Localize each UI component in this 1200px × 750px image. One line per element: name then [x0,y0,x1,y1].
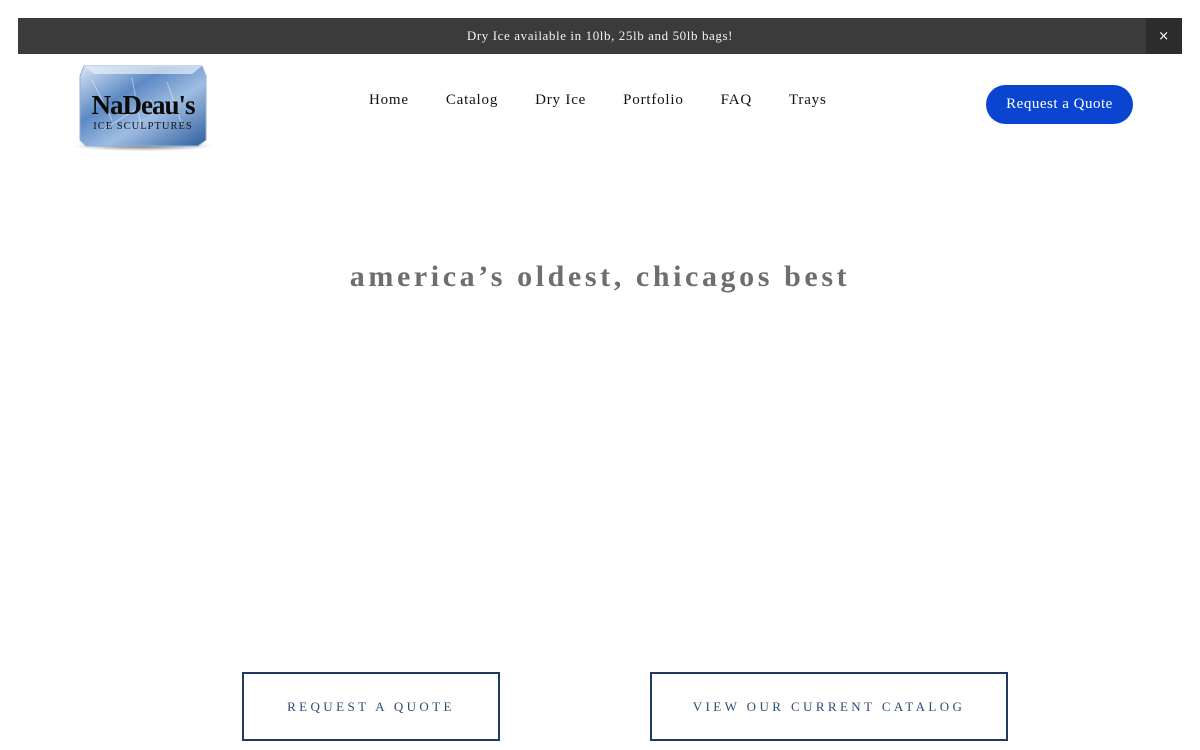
nav-item-portfolio[interactable]: Portfolio [623,92,684,109]
logo[interactable]: NaDeau's ICE SCULPTURES [72,60,214,152]
announcement-text: Dry Ice available in 10lb, 25lb and 50lb… [466,28,734,43]
nav-item-faq[interactable]: FAQ [721,92,752,109]
close-icon[interactable]: × [1146,18,1182,54]
logo-wordmark: NaDeau's [91,90,195,120]
site-header: NaDeau's ICE SCULPTURES Home Catalog Dry… [0,54,1200,154]
request-quote-cta-button[interactable]: REQUEST A QUOTE [242,672,500,741]
nav-item-catalog[interactable]: Catalog [446,92,498,109]
nav-item-dry-ice[interactable]: Dry Ice [535,92,586,109]
nav-item-home[interactable]: Home [369,92,409,109]
request-quote-button[interactable]: Request a Quote [986,85,1133,124]
hero-title: america’s oldest, chicagos best [349,260,851,293]
view-catalog-cta-button[interactable]: VIEW OUR CURRENT CATALOG [650,672,1008,741]
main-nav: Home Catalog Dry Ice Portfolio FAQ Trays [350,92,827,109]
logo-subtitle: ICE SCULPTURES [93,121,193,132]
announcement-bar: Dry Ice available in 10lb, 25lb and 50lb… [18,18,1182,54]
nav-item-trays[interactable]: Trays [789,92,827,109]
